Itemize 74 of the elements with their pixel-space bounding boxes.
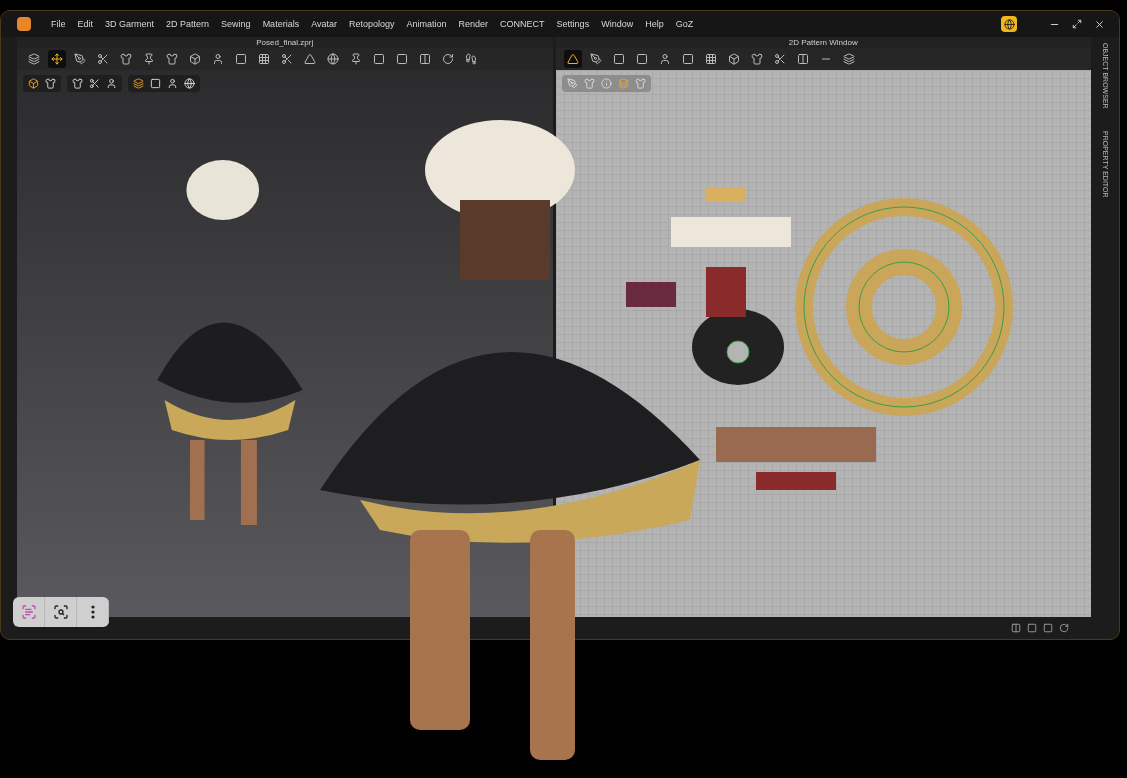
tool-icon	[658, 53, 671, 65]
menu-item[interactable]: Avatar	[311, 19, 337, 29]
close-icon	[1094, 18, 1105, 30]
tool-icon	[350, 53, 362, 65]
tool-icon	[74, 53, 86, 65]
tool-icon	[304, 53, 316, 65]
tool-icon	[373, 53, 385, 65]
more-icon	[90, 605, 95, 619]
tool-icon	[28, 53, 40, 65]
tool-icon	[143, 53, 155, 65]
viewport-title: 2D Pattern Window	[555, 37, 1091, 48]
tool-icon	[465, 53, 477, 65]
scissors-icon[interactable]	[89, 78, 100, 89]
tool-icon	[396, 53, 408, 65]
globe-icon[interactable]	[184, 78, 195, 89]
tool-button[interactable]	[563, 50, 582, 68]
menu-item[interactable]: Sewing	[221, 19, 251, 29]
tool-icon	[235, 53, 247, 65]
tool-button[interactable]	[48, 50, 66, 68]
close-button[interactable]	[1094, 18, 1105, 30]
tool-icon	[796, 53, 809, 65]
person-icon[interactable]	[167, 78, 178, 89]
tool-icon	[327, 53, 339, 65]
menu-item[interactable]: File	[51, 19, 66, 29]
tool-icon	[442, 53, 454, 65]
menu-item[interactable]: GoZ	[675, 19, 694, 29]
tool-icon	[166, 53, 178, 65]
globe-icon	[1003, 18, 1015, 30]
shirt-icon[interactable]	[72, 78, 83, 89]
tool-icon	[842, 53, 855, 65]
plugin-button[interactable]	[1001, 16, 1017, 32]
search-icon	[52, 604, 69, 620]
tool-icon	[589, 53, 602, 65]
tool-icon	[97, 53, 109, 65]
maximize-button[interactable]	[1072, 19, 1082, 29]
menu-item[interactable]: 2D Pattern	[166, 19, 210, 29]
tool-icon	[120, 53, 132, 65]
app-logo-icon	[17, 17, 31, 31]
tool-icon	[704, 53, 717, 65]
tool-icon	[419, 53, 431, 65]
tool-icon	[281, 53, 293, 65]
tool-icon	[635, 53, 648, 65]
menu-item[interactable]: Settings	[556, 19, 590, 29]
tool-icon	[189, 53, 201, 65]
tool-icon	[212, 53, 224, 65]
tool-icon	[681, 53, 694, 65]
tool-icon	[566, 53, 579, 65]
menu-item[interactable]: Materials	[262, 19, 300, 29]
menu-item[interactable]: Render	[458, 19, 489, 29]
maximize-icon	[1072, 19, 1082, 29]
viewport-title: Posed_final.zprj	[17, 37, 553, 48]
menu-item[interactable]: Edit	[77, 19, 94, 29]
menu-item[interactable]: Window	[601, 19, 634, 29]
layout-icon[interactable]	[1011, 623, 1021, 633]
person-icon[interactable]	[106, 78, 117, 89]
shirt-icon[interactable]	[45, 78, 56, 89]
tool-icon	[258, 53, 270, 65]
menu-item[interactable]: CONNECT	[500, 19, 545, 29]
refresh-icon[interactable]	[1059, 623, 1069, 633]
tool-icon	[750, 53, 763, 65]
tool-icon	[51, 53, 63, 65]
tool-icon	[612, 53, 625, 65]
tool-icon	[727, 53, 740, 65]
menu-item[interactable]: 3D Garment	[105, 19, 155, 29]
text-scan-icon	[20, 604, 37, 620]
tool-button[interactable]	[324, 50, 342, 68]
tool-icon	[773, 53, 786, 65]
square-icon[interactable]	[150, 78, 161, 89]
tool-button[interactable]	[25, 50, 43, 68]
layers-icon[interactable]	[133, 78, 144, 89]
cube-icon[interactable]	[28, 78, 39, 89]
menu-item[interactable]: Help	[645, 19, 664, 29]
menu-item[interactable]: Animation	[406, 19, 447, 29]
menu-item[interactable]: Retopology	[349, 19, 395, 29]
